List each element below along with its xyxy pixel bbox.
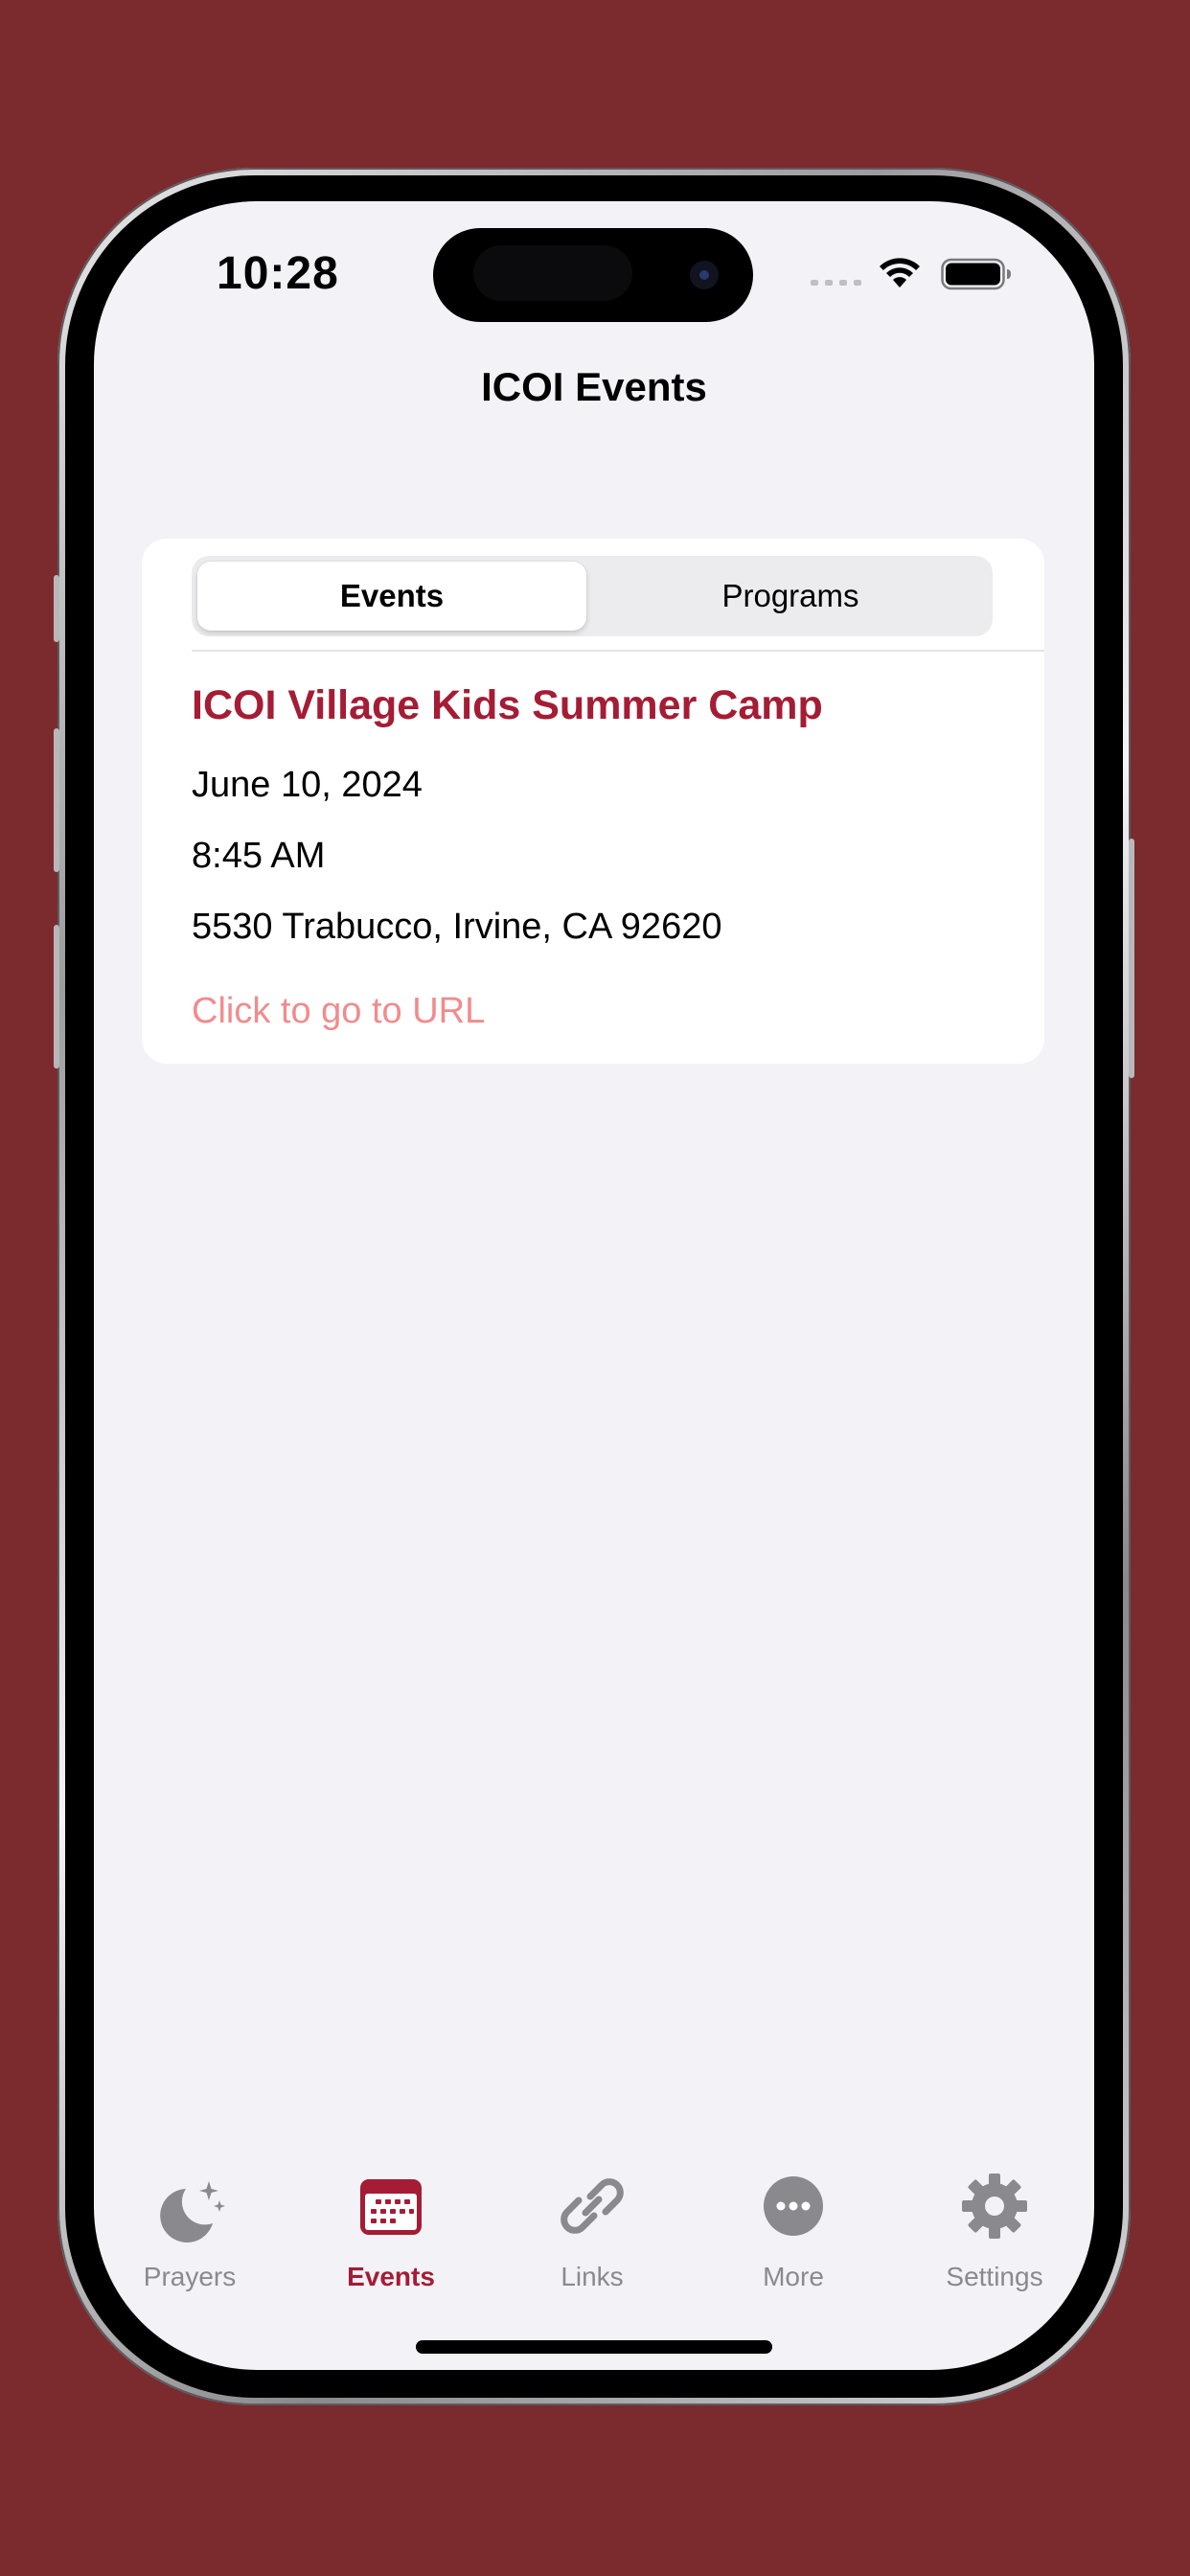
front-camera-icon [690, 261, 719, 289]
event-title: ICOI Village Kids Summer Camp [192, 682, 823, 728]
segmented-control: Events Programs [192, 556, 993, 636]
tab-label-settings: Settings [946, 2262, 1043, 2291]
event-card: Events Programs ICOI Village Kids Summer… [142, 539, 1044, 1064]
event-address: 5530 Trabucco, Irvine, CA 92620 [192, 907, 722, 947]
link-icon [561, 2178, 624, 2234]
card-divider [192, 650, 1044, 652]
event-time: 8:45 AM [192, 836, 326, 876]
moon-stars-icon [160, 2181, 225, 2242]
battery-icon [941, 258, 1011, 290]
tab-bar: Prayers Events Links More Settings [94, 2168, 1094, 2302]
app-screen: 10:28 ICOI Events Events Programs ICOI V… [94, 201, 1094, 2370]
gear-icon [962, 2174, 1027, 2239]
dynamic-island [433, 228, 753, 322]
tab-more[interactable]: More [698, 2168, 889, 2302]
segment-programs[interactable]: Programs [596, 562, 985, 631]
phone-action-button [54, 575, 59, 642]
tab-label-links: Links [561, 2262, 624, 2291]
home-indicator [416, 2340, 772, 2354]
phone-side-button [1129, 839, 1134, 1078]
segment-events[interactable]: Events [197, 562, 586, 631]
event-url-link[interactable]: Click to go to URL [192, 991, 485, 1032]
tab-events[interactable]: Events [295, 2168, 487, 2302]
tab-label-events: Events [347, 2262, 435, 2291]
calendar-icon [360, 2179, 422, 2235]
phone-volume-down-button [54, 925, 59, 1069]
event-date: June 10, 2024 [192, 765, 423, 805]
wifi-icon [880, 258, 920, 288]
page-title: ICOI Events [481, 364, 707, 409]
ellipsis-circle-icon [764, 2176, 823, 2236]
tab-links[interactable]: Links [496, 2168, 688, 2302]
island-sensor [473, 245, 632, 301]
tab-prayers[interactable]: Prayers [94, 2168, 286, 2302]
cellular-signal-icon [811, 280, 861, 286]
tab-label-prayers: Prayers [143, 2262, 237, 2291]
tab-settings[interactable]: Settings [899, 2168, 1090, 2302]
status-time: 10:28 [217, 248, 339, 299]
phone-volume-up-button [54, 728, 59, 872]
tab-label-more: More [763, 2262, 824, 2291]
